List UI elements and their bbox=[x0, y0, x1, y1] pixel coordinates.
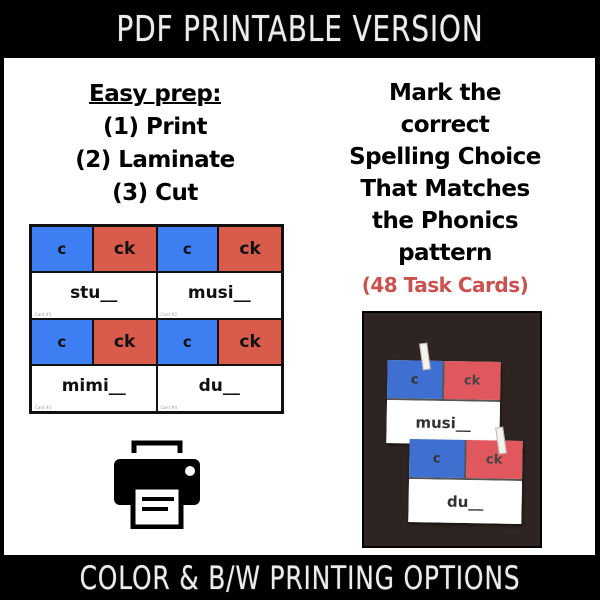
choice-ck: ck bbox=[93, 320, 156, 364]
choice-ck: ck bbox=[219, 320, 281, 364]
prep-step-laminate: (2) Laminate bbox=[75, 147, 235, 173]
header-title: PDF PRINTABLE VERSION bbox=[116, 9, 484, 50]
prep-step-print: (1) Print bbox=[103, 114, 208, 140]
product-photo: c ck musi__ c ck du__ bbox=[362, 311, 542, 548]
description-line: That Matches bbox=[360, 176, 530, 202]
card-word: du__ bbox=[408, 479, 523, 524]
choice-c: c bbox=[157, 227, 220, 271]
card-word: musi__ bbox=[386, 400, 501, 445]
printer-icon bbox=[114, 440, 200, 529]
choice-c: c bbox=[409, 439, 467, 479]
description-line: Spelling Choice bbox=[349, 144, 541, 170]
description-line: the Phonics bbox=[371, 208, 519, 234]
choice-ck: ck bbox=[219, 227, 281, 271]
description-line: Mark the bbox=[388, 80, 502, 106]
choice-ck: ck bbox=[93, 227, 156, 271]
prep-title: Easy prep: bbox=[89, 81, 222, 107]
footer-title: COLOR & B/W PRINTING OPTIONS bbox=[79, 559, 521, 597]
choice-c: c bbox=[157, 320, 220, 364]
task-card: c ck musi__ Card #2 bbox=[156, 226, 282, 319]
task-card: c ck stu__ Card #1 bbox=[31, 226, 157, 319]
choice-c: c bbox=[32, 227, 94, 271]
card-number: Card #3 bbox=[35, 405, 52, 410]
card-number: Card #4 bbox=[160, 405, 178, 410]
task-description: Mark the correct Spelling Choice That Ma… bbox=[310, 77, 580, 301]
choice-c: c bbox=[32, 320, 94, 364]
prep-step-cut: (3) Cut bbox=[112, 180, 198, 206]
choice-ck: ck bbox=[465, 440, 523, 479]
description-line: pattern bbox=[398, 240, 492, 266]
task-card: c ck du__ Card #4 bbox=[156, 319, 282, 412]
description-line: correct bbox=[400, 112, 490, 138]
task-card-count: (48 Task Cards) bbox=[361, 273, 529, 297]
choice-ck: ck bbox=[443, 361, 501, 400]
choice-c: c bbox=[387, 360, 445, 400]
prep-instructions: Easy prep: (1) Print (2) Laminate (3) Cu… bbox=[30, 78, 280, 210]
task-card: c ck mimi__ Card #3 bbox=[31, 319, 157, 412]
card-number: Card #1 bbox=[35, 312, 52, 317]
photo-task-card: c ck musi__ bbox=[386, 360, 501, 445]
card-number: Card #2 bbox=[160, 312, 178, 317]
task-card-sheet: c ck stu__ Card #1 c ck musi__ Card #2 c ck… bbox=[29, 224, 284, 414]
